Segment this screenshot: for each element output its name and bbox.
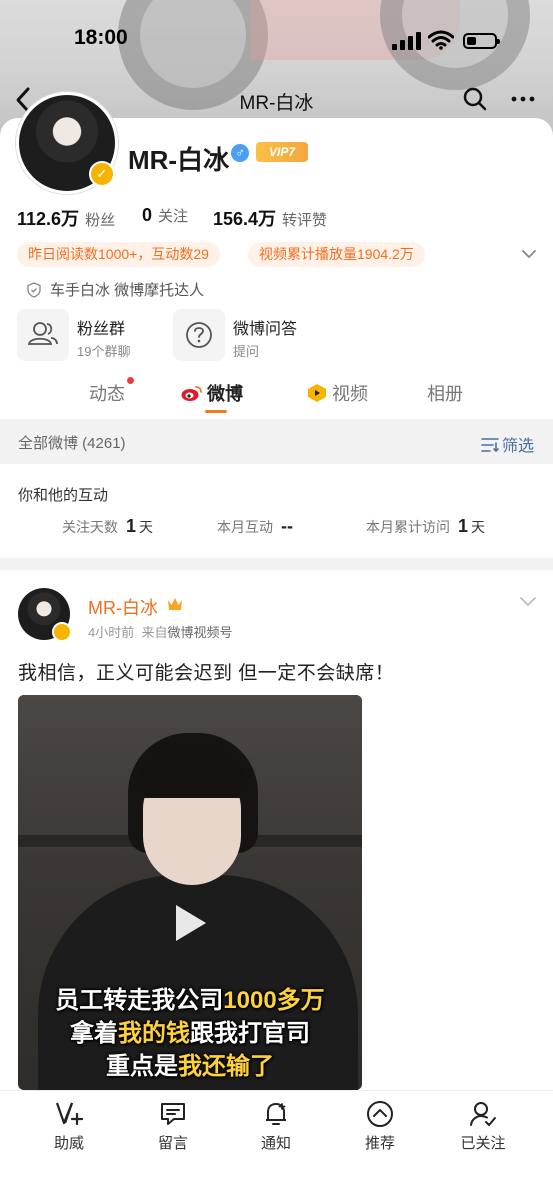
reading-stats-tag[interactable]: 昨日阅读数1000+，互动数29 <box>17 242 220 267</box>
video-plays-tag[interactable]: 视频累计播放量1904.2万 <box>248 242 425 267</box>
monthly-visits-metric: 本月累计访问 1 天 <box>366 516 486 536</box>
bottom-action-bar: 助威 留言 通知 推荐 已关注 <box>0 1090 553 1201</box>
bell-icon <box>266 1103 286 1125</box>
cellular-signal-icon <box>392 32 422 50</box>
filter-button[interactable]: 筛选 <box>481 432 534 456</box>
post-video[interactable]: 员工转走我公司1000多万 拿着我的钱跟我打官司 重点是我还输了 <box>18 695 362 1090</box>
crown-icon <box>168 598 182 610</box>
interaction-heading: 你和他的互动 <box>18 487 109 504</box>
tab-album[interactable]: 相册 <box>427 380 463 406</box>
profile-tabs: 动态 微博 视频 相册 <box>0 377 553 418</box>
weibo-filter-bar: 全部微博 (4261) 筛选 <box>0 419 553 464</box>
all-weibo-count[interactable]: 全部微博 (4261) <box>18 432 126 453</box>
message-button[interactable]: 留言 <box>133 1099 213 1153</box>
followed-icon <box>470 1102 496 1126</box>
recommend-button[interactable]: 推荐 <box>340 1099 420 1153</box>
stat-followers[interactable]: 112.6万 粉丝 <box>17 205 115 231</box>
weibo-post[interactable]: MR-白冰 4小时前 来自微博视频号 我相信，正义可能会迟到 但一定不会缺席！ … <box>0 570 553 1100</box>
vip-badge[interactable]: VIP7 <box>256 142 308 162</box>
male-gender-icon: ♂ <box>231 144 249 162</box>
battery-icon <box>463 33 500 49</box>
filter-icon <box>481 438 499 453</box>
weibo-logo-icon <box>181 386 202 401</box>
post-text: 我相信，正义可能会迟到 但一定不会缺席！ <box>18 663 395 684</box>
wifi-icon <box>428 30 454 50</box>
status-bar: 18:00 <box>0 22 553 58</box>
follow-days-metric: 关注天数 1 天 <box>62 516 154 536</box>
message-icon <box>161 1103 185 1125</box>
video-caption-line: 拿着我的钱跟我打官司 <box>70 1020 310 1047</box>
recommend-icon <box>367 1101 393 1127</box>
post-author-name[interactable]: MR-白冰 <box>88 594 158 620</box>
fan-group-entry[interactable]: 粉丝群 19个群聊 <box>17 309 167 361</box>
monthly-interaction-metric: 本月互动 -- <box>217 516 293 536</box>
stat-reposts-comments-likes[interactable]: 156.4万 转评赞 <box>213 205 327 231</box>
certification-line: 车手白冰 微博摩托达人 <box>26 279 204 300</box>
avatar[interactable]: ✓ <box>16 92 118 194</box>
post-meta: 4小时前 来自微博视频号 <box>88 625 233 640</box>
weibo-qa-entry[interactable]: 微博问答 提问 <box>173 309 333 361</box>
profile-name: MR-白冰 <box>128 145 230 175</box>
group-users-icon <box>17 309 69 361</box>
shield-icon <box>27 282 41 298</box>
search-icon[interactable] <box>462 86 488 112</box>
question-icon <box>173 309 225 361</box>
section-divider <box>0 558 553 570</box>
chevron-down-icon[interactable] <box>519 594 537 608</box>
status-time: 18:00 <box>74 26 128 49</box>
verified-badge-icon <box>52 622 72 642</box>
unread-dot <box>127 377 134 384</box>
post-author-avatar[interactable] <box>18 588 72 642</box>
cheer-button[interactable]: 助威 <box>29 1099 109 1153</box>
tab-video[interactable]: 视频 <box>306 380 368 406</box>
play-icon[interactable] <box>176 905 206 941</box>
followed-button[interactable]: 已关注 <box>443 1099 523 1153</box>
video-caption-line: 员工转走我公司1000多万 <box>55 987 325 1014</box>
stat-following[interactable]: 0 关注 <box>142 205 188 226</box>
tab-activity[interactable]: 动态 <box>89 377 134 406</box>
active-tab-indicator <box>205 410 227 413</box>
cheer-icon <box>55 1102 84 1126</box>
chevron-down-icon[interactable] <box>520 245 538 263</box>
video-caption-line: 重点是我还输了 <box>106 1053 274 1080</box>
interaction-summary: 你和他的互动 关注天数 1 天 本月互动 -- 本月累计访问 1 天 <box>0 464 553 558</box>
tab-weibo[interactable]: 微博 <box>181 380 243 406</box>
verified-badge-icon: ✓ <box>89 161 115 187</box>
video-tab-icon <box>308 384 326 402</box>
notify-button[interactable]: 通知 <box>236 1099 316 1153</box>
more-options-icon[interactable] <box>510 86 536 112</box>
